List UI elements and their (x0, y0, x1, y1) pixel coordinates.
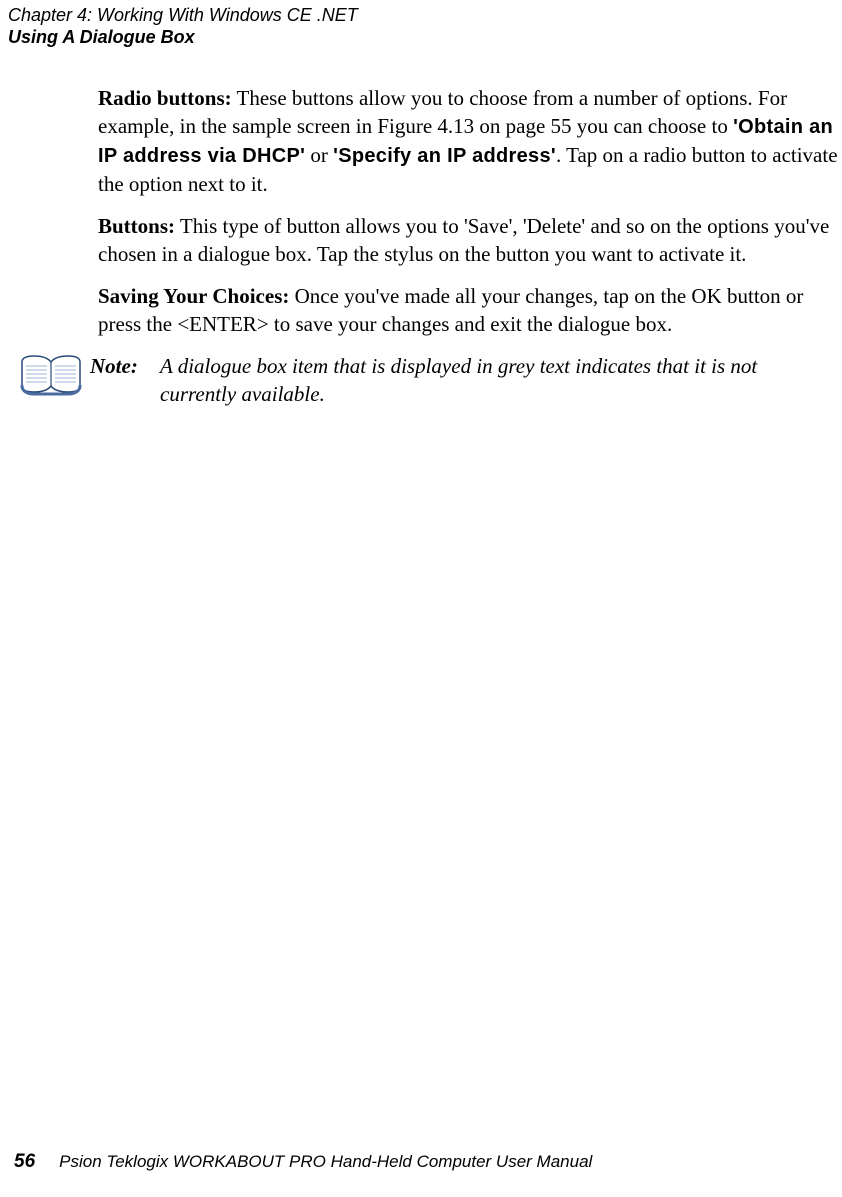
content-area: Radio buttons: These buttons allow you t… (98, 84, 838, 408)
page-header: Chapter 4: Working With Windows CE .NET … (8, 4, 358, 48)
para-radio-buttons: Radio buttons: These buttons allow you t… (98, 84, 838, 198)
section-line: Using A Dialogue Box (8, 26, 358, 48)
page-number: 56 (14, 1151, 35, 1172)
note-block: Note:A dialogue box item that is display… (20, 352, 838, 408)
label-saving: Saving Your Choices: (98, 284, 289, 308)
page-footer: 56 Psion Teklogix WORKABOUT PRO Hand-Held… (14, 1151, 592, 1173)
note-text: Note:A dialogue box item that is display… (90, 352, 838, 408)
note-label: Note: (90, 352, 160, 380)
chapter-line: Chapter 4: Working With Windows CE .NET (8, 4, 358, 26)
footer-title: Psion Teklogix WORKABOUT PRO Hand-Held C… (59, 1152, 592, 1171)
text-radio-2: or (305, 143, 333, 167)
label-buttons: Buttons: (98, 214, 175, 238)
page: Chapter 4: Working With Windows CE .NET … (0, 0, 842, 1197)
book-icon (20, 354, 90, 403)
para-saving: Saving Your Choices: Once you've made al… (98, 282, 838, 338)
note-line2: currently available. (160, 380, 838, 408)
para-buttons: Buttons: This type of button allows you … (98, 212, 838, 268)
note-line1: A dialogue box item that is displayed in… (160, 354, 757, 378)
label-radio-buttons: Radio buttons: (98, 86, 232, 110)
text-buttons: This type of button allows you to 'Save'… (98, 214, 829, 266)
option-specify-ip: 'Specify an IP address' (333, 145, 556, 167)
